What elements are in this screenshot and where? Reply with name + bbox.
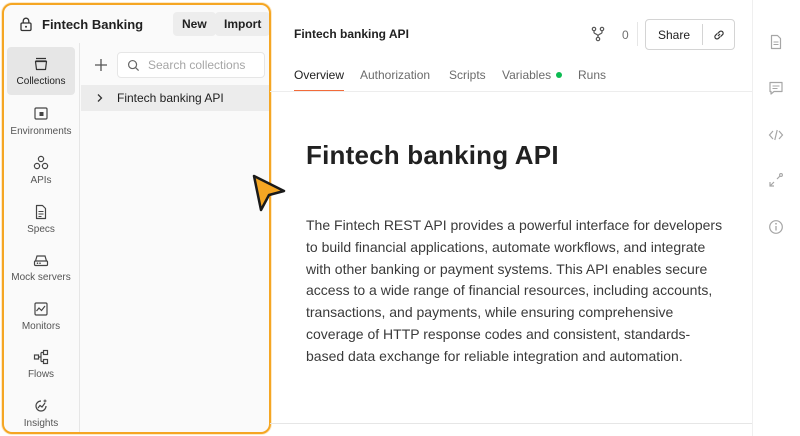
link-icon <box>713 30 724 39</box>
lock-icon <box>20 17 32 32</box>
sidebar-item-collections[interactable]: Collections <box>7 47 75 95</box>
sidebar-item-label: APIs <box>30 174 52 186</box>
comments-icon[interactable] <box>768 80 784 96</box>
sidebar-item-label: Monitors <box>21 320 61 332</box>
overview-content: Fintech banking API The Fintech REST API… <box>306 140 726 368</box>
sidebar-item-monitors[interactable]: Monitors <box>7 292 75 340</box>
sidebar-item-label: Mock servers <box>11 271 71 283</box>
import-button[interactable]: Import <box>215 12 269 36</box>
sidebar-item-label: Flows <box>27 368 55 380</box>
collections-pane: Fintech banking API <box>81 43 269 432</box>
overview-heading: Fintech banking API <box>306 140 559 170</box>
fork-icon[interactable] <box>590 26 606 42</box>
sidebar-item-specs[interactable]: Specs <box>7 195 75 243</box>
sidebar-item-label: Environments <box>10 125 72 137</box>
info-icon[interactable] <box>768 219 784 235</box>
search-icon <box>127 59 140 71</box>
collection-item-label: Fintech banking API <box>117 91 224 105</box>
sidebar-item-label: Specs <box>27 223 55 235</box>
search-collections-input[interactable] <box>148 58 258 72</box>
documentation-icon[interactable] <box>768 34 784 50</box>
chevron-right-icon[interactable] <box>95 93 105 103</box>
tab-overview[interactable]: Overview <box>294 68 345 92</box>
collection-tabs: Overview Authorization Scripts Variables… <box>270 62 752 92</box>
workspace-panel: Fintech Banking New Import Collections E… <box>2 3 271 434</box>
tab-runs[interactable]: Runs <box>578 68 606 92</box>
overview-description: The Fintech REST API provides a powerful… <box>306 217 723 364</box>
add-collection-icon[interactable] <box>91 55 111 75</box>
share-group: Share <box>645 19 735 50</box>
tab-authorization[interactable]: Authorization <box>360 68 430 92</box>
collection-item-fintech-banking-api[interactable]: Fintech banking API <box>81 85 269 111</box>
sidebar-item-mock-servers[interactable]: Mock servers <box>7 243 75 291</box>
mouse-cursor-icon <box>252 174 286 212</box>
status-dot <box>556 72 563 78</box>
collection-header: Fintech banking API 0 Share <box>270 0 752 62</box>
content-bottom-divider <box>270 423 752 424</box>
sidebar-rail: Collections Environments APIs Specs Mock… <box>4 43 80 432</box>
search-collections-field[interactable] <box>117 52 265 78</box>
right-sidebar <box>752 0 800 436</box>
tabs-divider <box>270 91 752 92</box>
sidebar-item-insights[interactable]: Insights <box>7 389 75 432</box>
share-button[interactable]: Share <box>646 28 702 42</box>
sidebar-item-label: Insights <box>23 417 59 429</box>
specs-icon <box>35 204 47 219</box>
sidebar-item-environments[interactable]: Environments <box>7 97 75 145</box>
new-button[interactable]: New <box>173 12 216 36</box>
tab-variables[interactable]: Variables <box>502 68 563 92</box>
collections-icon <box>34 57 48 70</box>
environments-icon <box>34 106 48 120</box>
mock-servers-icon <box>33 254 49 266</box>
workspace-name: Fintech Banking <box>42 16 144 32</box>
code-icon[interactable] <box>768 127 784 143</box>
sidebar-item-flows[interactable]: Flows <box>7 340 75 388</box>
monitors-icon <box>34 301 48 316</box>
insights-icon <box>35 399 47 412</box>
collection-title: Fintech banking API <box>294 27 409 41</box>
related-collections-icon[interactable] <box>768 172 784 188</box>
flows-icon <box>33 349 49 364</box>
copy-link-button[interactable] <box>703 28 734 42</box>
tab-scripts[interactable]: Scripts <box>449 68 486 92</box>
apis-icon <box>33 155 49 169</box>
fork-count: 0 <box>622 28 629 42</box>
sidebar-item-label: Collections <box>16 75 66 87</box>
header-divider <box>637 22 638 46</box>
tab-variables-label: Variables <box>502 68 552 82</box>
sidebar-item-apis[interactable]: APIs <box>7 146 75 194</box>
